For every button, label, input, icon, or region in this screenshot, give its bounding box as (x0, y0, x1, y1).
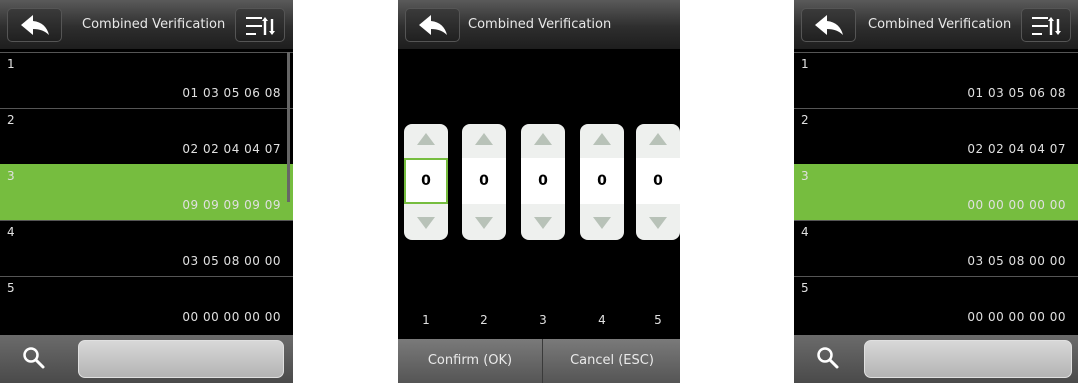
triangle-up-icon (534, 133, 552, 145)
digit-value[interactable]: 0 (521, 158, 565, 204)
action-bar: Confirm (OK) Cancel (ESC) (398, 339, 680, 383)
item-code: 09 09 09 09 09 (182, 198, 281, 212)
triangle-down-icon (534, 217, 552, 229)
page-title: Combined Verification (82, 17, 226, 32)
digit-index: 5 (654, 313, 662, 327)
back-button[interactable] (801, 8, 856, 42)
digit-spinner[interactable]: 0 (521, 124, 565, 240)
back-arrow-icon (419, 15, 447, 35)
back-button[interactable] (405, 8, 460, 42)
list-item[interactable]: 1 01 03 05 06 08 (0, 52, 293, 108)
item-number: 5 (7, 281, 15, 295)
search-bar (794, 335, 1078, 383)
item-code: 00 00 00 00 00 (967, 310, 1066, 324)
increment-button[interactable] (462, 124, 506, 156)
page-title: Combined Verification (468, 17, 612, 32)
digit-index: 2 (480, 313, 488, 327)
search-icon (23, 347, 45, 369)
triangle-up-icon (475, 133, 493, 145)
item-code: 02 02 04 04 07 (967, 142, 1066, 156)
triangle-down-icon (649, 217, 667, 229)
item-number: 1 (7, 57, 15, 71)
digit-value[interactable]: 0 (404, 158, 448, 204)
list-item[interactable]: 5 00 00 00 00 00 (794, 276, 1078, 332)
page-title: Combined Verification (868, 17, 1012, 32)
title-bar: Combined Verification (398, 0, 680, 49)
sort-icon (246, 17, 275, 35)
scrollbar[interactable] (287, 52, 290, 202)
triangle-down-icon (417, 217, 435, 229)
item-number: 4 (7, 225, 15, 239)
back-arrow-icon (21, 15, 49, 35)
search-icon (817, 347, 839, 369)
digit-spinner[interactable]: 0 (636, 124, 680, 240)
sort-button[interactable] (235, 8, 285, 42)
item-number: 3 (7, 169, 15, 183)
item-number: 4 (801, 225, 809, 239)
triangle-up-icon (417, 133, 435, 145)
list-item[interactable]: 2 02 02 04 04 07 (0, 108, 293, 164)
item-code: 00 00 00 00 00 (182, 310, 281, 324)
cancel-button[interactable]: Cancel (ESC) (544, 339, 680, 383)
item-code: 03 05 08 00 00 (967, 254, 1066, 268)
search-bar (0, 335, 293, 383)
back-arrow-icon (815, 15, 843, 35)
decrement-button[interactable] (636, 208, 680, 240)
digit-value[interactable]: 0 (636, 158, 680, 204)
combined-verification-edit-screen: Combined Verification 0 0 0 0 0 1 2 3 4 … (398, 0, 680, 383)
digit-spinner[interactable]: 0 (580, 124, 624, 240)
item-code: 02 02 04 04 07 (182, 142, 281, 156)
item-number: 1 (801, 57, 809, 71)
item-code: 03 05 08 00 00 (182, 254, 281, 268)
decrement-button[interactable] (580, 208, 624, 240)
search-button[interactable] (802, 341, 862, 377)
confirm-button[interactable]: Confirm (OK) (398, 339, 543, 383)
digit-spinner[interactable]: 0 (404, 124, 448, 240)
item-number: 2 (801, 113, 809, 127)
triangle-down-icon (475, 217, 493, 229)
search-input[interactable] (864, 340, 1072, 378)
back-button[interactable] (7, 8, 62, 42)
combined-verification-list-screen: Combined Verification 1 01 03 05 06 08 2… (0, 0, 293, 383)
decrement-button[interactable] (462, 208, 506, 240)
digit-spinner[interactable]: 0 (462, 124, 506, 240)
increment-button[interactable] (521, 124, 565, 156)
list-item-selected[interactable]: 3 00 00 00 00 00 (794, 164, 1078, 220)
item-number: 2 (7, 113, 15, 127)
list-item[interactable]: 5 00 00 00 00 00 (0, 276, 293, 332)
item-number: 3 (801, 169, 809, 183)
list-item[interactable]: 4 03 05 08 00 00 (794, 220, 1078, 276)
triangle-up-icon (593, 133, 611, 145)
triangle-down-icon (593, 217, 611, 229)
title-bar: Combined Verification (0, 0, 293, 49)
increment-button[interactable] (404, 124, 448, 156)
digit-index: 3 (539, 313, 547, 327)
item-number: 5 (801, 281, 809, 295)
decrement-button[interactable] (404, 208, 448, 240)
item-code: 00 00 00 00 00 (967, 198, 1066, 212)
item-code: 01 03 05 06 08 (182, 86, 281, 100)
title-bar: Combined Verification (794, 0, 1078, 49)
increment-button[interactable] (580, 124, 624, 156)
search-button[interactable] (8, 341, 68, 377)
combined-verification-list-screen: Combined Verification 1 01 03 05 06 08 2… (794, 0, 1078, 383)
decrement-button[interactable] (521, 208, 565, 240)
increment-button[interactable] (636, 124, 680, 156)
list-item[interactable]: 4 03 05 08 00 00 (0, 220, 293, 276)
triangle-up-icon (649, 133, 667, 145)
search-input[interactable] (78, 340, 284, 378)
digit-index: 1 (422, 313, 430, 327)
sort-icon (1032, 17, 1061, 35)
list-item[interactable]: 2 02 02 04 04 07 (794, 108, 1078, 164)
digit-value[interactable]: 0 (462, 158, 506, 204)
digit-value[interactable]: 0 (580, 158, 624, 204)
list-item-selected[interactable]: 3 09 09 09 09 09 (0, 164, 293, 220)
digit-index: 4 (598, 313, 606, 327)
list-item[interactable]: 1 01 03 05 06 08 (794, 52, 1078, 108)
item-code: 01 03 05 06 08 (967, 86, 1066, 100)
sort-button[interactable] (1021, 8, 1071, 42)
